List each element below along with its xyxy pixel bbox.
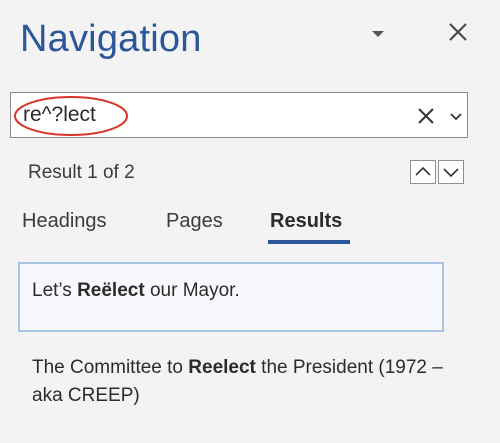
tab-headings[interactable]: Headings [22,210,107,233]
navigation-pane: Navigation Result 1 of 2 [0,0,500,443]
search-box [10,92,468,138]
result-item-text: Let’s Reëlect our Mayor. [32,280,240,301]
result-item-2[interactable]: The Committee to Reelect the President (… [32,354,452,410]
clear-search-button[interactable] [415,105,437,127]
result-item-1[interactable]: Let’s Reëlect our Mayor. [18,262,444,332]
result-match: Reëlect [77,280,145,301]
close-button[interactable] [444,18,472,46]
close-icon [449,23,467,41]
chevron-down-icon [450,113,462,121]
pane-options-icon [372,31,384,37]
next-result-button[interactable] [438,160,464,184]
previous-result-button[interactable] [410,160,436,184]
clear-icon [418,108,434,124]
tab-results[interactable]: Results [270,210,342,233]
tab-selected-indicator [268,240,350,244]
pane-options-button[interactable] [366,22,390,46]
chevron-down-icon [443,168,459,178]
pane-title: Navigation [20,18,202,60]
chevron-up-icon [415,166,431,176]
result-match: Reelect [188,357,256,378]
search-input[interactable] [23,99,403,131]
search-options-dropdown[interactable] [445,105,465,127]
tab-pages[interactable]: Pages [166,210,223,233]
result-count: Result 1 of 2 [28,162,135,183]
